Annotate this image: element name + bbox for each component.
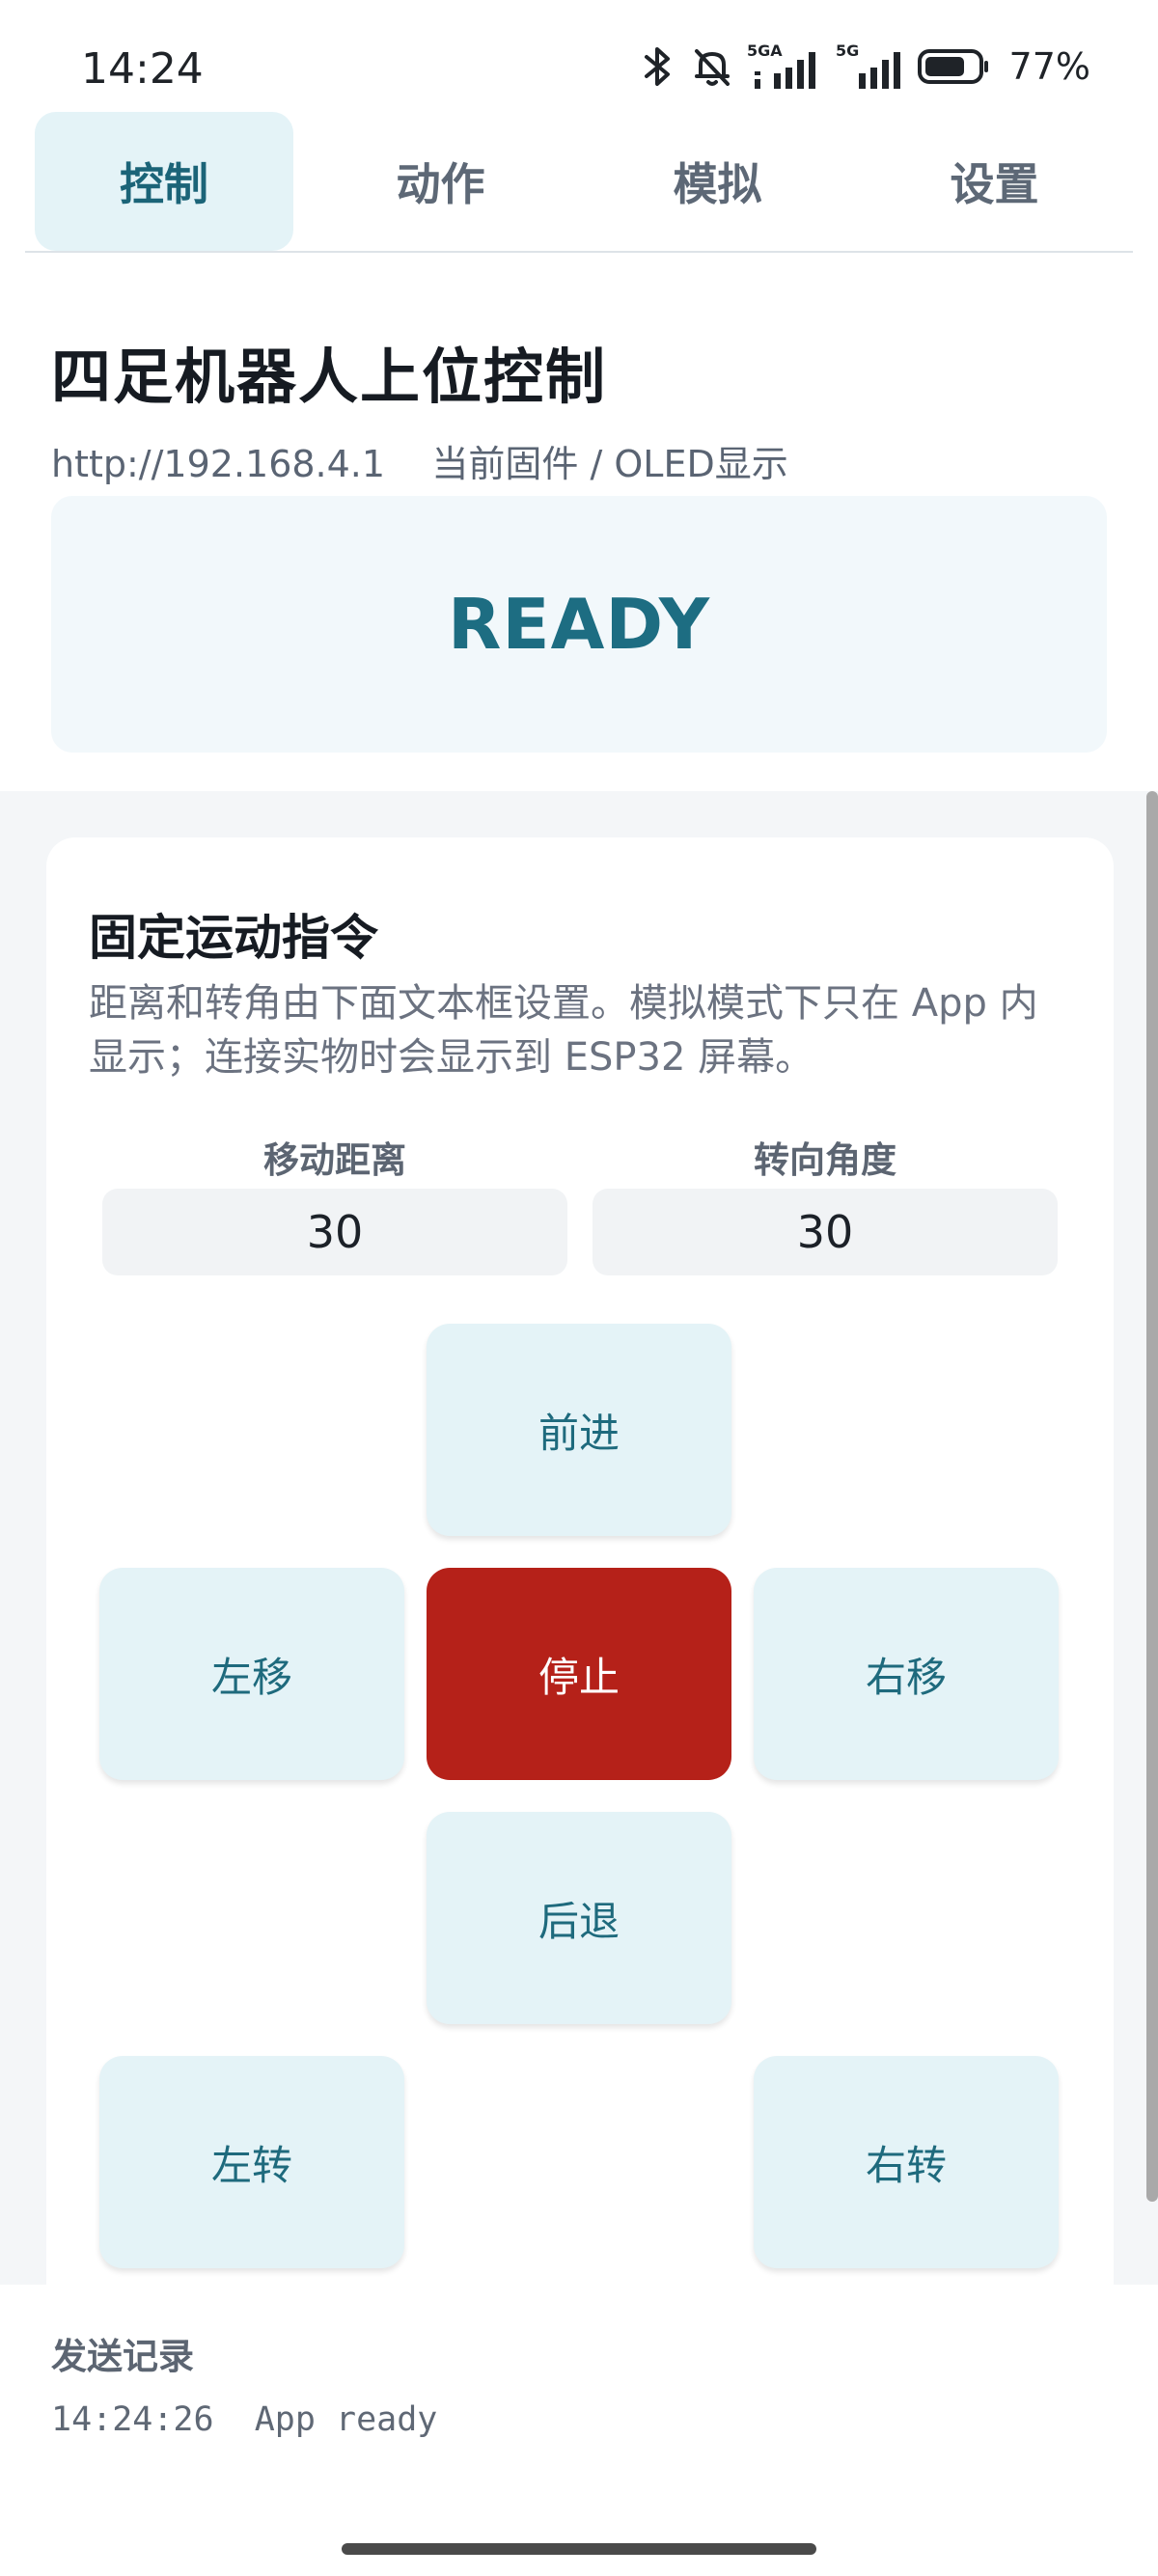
distance-input[interactable] <box>102 1189 567 1275</box>
tab-actions[interactable]: 动作 <box>302 112 579 251</box>
turn-left-button[interactable]: 左转 <box>99 2056 404 2268</box>
oled-display-panel: READY <box>51 496 1107 753</box>
log-entry-message: App ready <box>254 2400 438 2439</box>
stop-button[interactable]: 停止 <box>427 1568 731 1780</box>
move-right-button[interactable]: 右移 <box>754 1568 1059 1780</box>
connection-info: http://192.168.4.1 当前固件 / OLED显示 <box>51 434 788 487</box>
bell-off-icon <box>691 45 733 88</box>
log-entry-time: 14:24:26 <box>51 2400 214 2439</box>
signal-5g-icon: 5G <box>836 42 903 91</box>
tab-simulation[interactable]: 模拟 <box>579 112 856 251</box>
status-icons: 5GA 5G 77% <box>639 42 1090 91</box>
net2-label: 5G <box>836 42 859 60</box>
move-left-button[interactable]: 左移 <box>99 1568 404 1780</box>
forward-button[interactable]: 前进 <box>427 1324 731 1536</box>
tab-settings[interactable]: 设置 <box>856 112 1133 251</box>
status-time: 14:24 <box>81 44 204 94</box>
oled-display-text: READY <box>447 584 710 665</box>
status-bar: 14:24 5GA 5G 77% <box>0 0 1158 106</box>
net1-label: 5GA <box>747 42 783 60</box>
distance-label: 移动距离 <box>263 1139 406 1181</box>
angle-input[interactable] <box>593 1189 1058 1275</box>
battery-percentage: 77% <box>1008 45 1090 88</box>
bluetooth-icon <box>639 45 677 88</box>
firmware-info: 当前固件 / OLED显示 <box>431 443 788 485</box>
battery-icon <box>917 47 990 86</box>
device-url: http://192.168.4.1 <box>51 443 386 485</box>
scrollbar[interactable] <box>1146 791 1158 2202</box>
card-description: 距离和转角由下面文本框设置。模拟模式下只在 App 内显示；连接实物时会显示到 … <box>89 981 1038 1080</box>
page-title: 四足机器人上位控制 <box>51 342 608 412</box>
log-entry: 14:24:26 App ready <box>51 2400 437 2439</box>
tab-control[interactable]: 控制 <box>35 112 293 251</box>
angle-label: 转向角度 <box>754 1139 896 1181</box>
backward-button[interactable]: 后退 <box>427 1812 731 2024</box>
tab-bar: 控制 动作 模拟 设置 <box>25 112 1133 253</box>
signal-5ga-icon: 5GA <box>747 42 822 91</box>
turn-right-button[interactable]: 右转 <box>754 2056 1059 2268</box>
card-title: 固定运动指令 <box>89 910 378 966</box>
log-title: 发送记录 <box>51 2336 194 2377</box>
home-indicator[interactable] <box>342 2543 816 2555</box>
